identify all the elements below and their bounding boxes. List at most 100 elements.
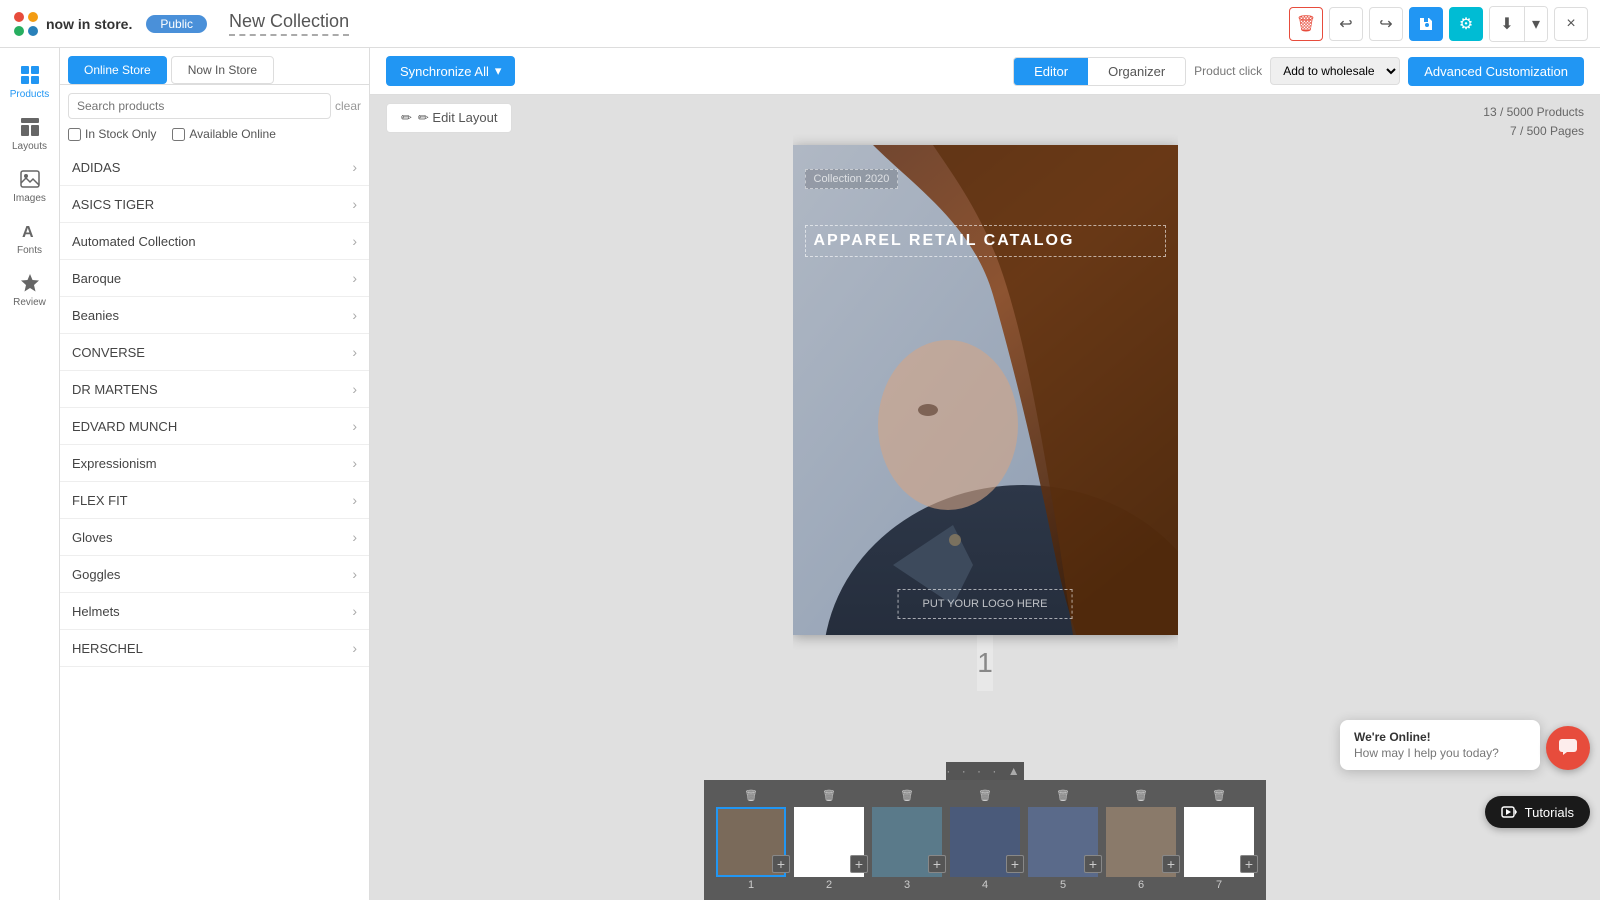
settings-button[interactable]: ⚙ [1449, 7, 1483, 41]
clear-search-button[interactable]: clear [335, 93, 361, 119]
download-button[interactable]: ⬇ [1490, 7, 1524, 41]
tutorials-button[interactable]: Tutorials [1485, 796, 1590, 828]
filmstrip: 🗑 + 1 🗑 + 2 🗑 + 3 🗑 + 4 🗑 + 5 🗑 [704, 780, 1266, 900]
editor-organizer-tabs: Editor Organizer [1013, 57, 1186, 86]
product-count-info: 13 / 5000 Products 7 / 500 Pages [1483, 103, 1584, 141]
chevron-right-icon: › [352, 418, 357, 434]
delete-page-icon[interactable]: 🗑 [1056, 789, 1070, 805]
filmstrip-page-3: 🗑 + 3 [872, 789, 942, 891]
download-dropdown-button[interactable]: ▾ [1525, 7, 1547, 41]
cover-photo [793, 145, 1178, 635]
chevron-right-icon: › [352, 640, 357, 656]
organizer-tab[interactable]: Organizer [1088, 58, 1185, 85]
canvas-scroll: Collection 2020 APPAREL RETAIL CATALOG P… [793, 95, 1178, 762]
sidebar-item-fonts[interactable]: A Fonts [3, 212, 57, 262]
delete-page-icon[interactable]: 🗑 [900, 789, 914, 805]
chevron-right-icon: › [352, 455, 357, 471]
search-input[interactable] [68, 93, 331, 119]
add-page-button[interactable]: + [1006, 855, 1024, 873]
collection-list-item[interactable]: DR MARTENS› [60, 371, 369, 408]
product-click-select[interactable]: Add to wholesale View product Open link [1270, 57, 1400, 85]
collection-list-item[interactable]: Expressionism› [60, 445, 369, 482]
page-thumb-number: 3 [904, 879, 910, 891]
collection-list-item[interactable]: ASICS TIGER› [60, 186, 369, 223]
collection-title[interactable]: New Collection [229, 11, 349, 36]
sidebar-item-products[interactable]: Products [3, 56, 57, 106]
edit-layout-button[interactable]: ✏ ✏ Edit Layout [386, 103, 512, 133]
collection-list-item[interactable]: EDVARD MUNCH› [60, 408, 369, 445]
editor-tab[interactable]: Editor [1014, 58, 1088, 85]
available-online-checkbox[interactable] [172, 128, 185, 141]
collection-list-item[interactable]: Beanies› [60, 297, 369, 334]
page-thumb-number: 4 [982, 879, 988, 891]
delete-button[interactable]: 🗑 [1289, 7, 1323, 41]
page-number: 1 [977, 635, 993, 691]
page-thumb-number: 2 [826, 879, 832, 891]
delete-page-icon[interactable]: 🗑 [1134, 789, 1148, 805]
search-row: clear [60, 85, 369, 127]
message-icon [1557, 737, 1579, 759]
collection-list: ADIDAS›ASICS TIGER›Automated Collection›… [60, 149, 369, 900]
add-page-button[interactable]: + [928, 855, 946, 873]
collection-list-item[interactable]: FLEX FIT› [60, 482, 369, 519]
delete-page-icon[interactable]: 🗑 [978, 789, 992, 805]
tab-now-in-store[interactable]: Now In Store [171, 56, 274, 84]
synchronize-all-button[interactable]: Synchronize All ▾ [386, 56, 515, 86]
delete-page-icon[interactable]: 🗑 [822, 789, 836, 805]
available-online-filter[interactable]: Available Online [172, 127, 276, 141]
add-page-button[interactable]: + [850, 855, 868, 873]
add-page-button[interactable]: + [1240, 855, 1258, 873]
redo-button[interactable]: ↪ [1369, 7, 1403, 41]
collection-list-item[interactable]: Gloves› [60, 519, 369, 556]
save-button[interactable] [1409, 7, 1443, 41]
page-thumb-number: 7 [1216, 879, 1222, 891]
in-stock-checkbox[interactable] [68, 128, 81, 141]
collection-list-item[interactable]: CONVERSE› [60, 334, 369, 371]
delete-page-icon[interactable]: 🗑 [1212, 789, 1226, 805]
chevron-right-icon: › [352, 381, 357, 397]
collection-list-item[interactable]: Goggles› [60, 556, 369, 593]
in-stock-filter[interactable]: In Stock Only [68, 127, 156, 141]
logo-text: now in store. [46, 16, 132, 32]
logo-icon [12, 10, 40, 38]
logo: now in store. [12, 10, 132, 38]
video-icon [1501, 804, 1517, 820]
sidebar-item-layouts[interactable]: Layouts [3, 108, 57, 158]
catalog-cover: Collection 2020 APPAREL RETAIL CATALOG P… [793, 145, 1178, 635]
top-bar: now in store. Public New Collection 🗑 ↩ … [0, 0, 1600, 48]
content-area: Synchronize All ▾ Editor Organizer Produ… [370, 48, 1600, 900]
add-page-button[interactable]: + [1084, 855, 1102, 873]
logo-placeholder[interactable]: PUT YOUR LOGO HERE [898, 589, 1073, 619]
pencil-icon: ✏ [401, 110, 412, 126]
filmstrip-page-1: 🗑 + 1 [716, 789, 786, 891]
add-page-button[interactable]: + [772, 855, 790, 873]
chevron-right-icon: › [352, 196, 357, 212]
products-panel: Online Store Now In Store clear In Stock… [60, 48, 370, 900]
collection-year-label[interactable]: Collection 2020 [805, 169, 899, 189]
public-badge[interactable]: Public [146, 15, 207, 33]
collection-list-item[interactable]: Automated Collection› [60, 223, 369, 260]
delete-page-icon[interactable]: 🗑 [744, 789, 758, 805]
tab-online-store[interactable]: Online Store [68, 56, 167, 84]
collection-list-item[interactable]: Baroque› [60, 260, 369, 297]
close-button[interactable]: × [1554, 7, 1588, 41]
catalog-page: Collection 2020 APPAREL RETAIL CATALOG P… [793, 145, 1178, 635]
undo-button[interactable]: ↩ [1329, 7, 1363, 41]
collection-list-item[interactable]: ADIDAS› [60, 149, 369, 186]
filmstrip-page-5: 🗑 + 5 [1028, 789, 1098, 891]
advanced-customization-button[interactable]: Advanced Customization [1408, 57, 1584, 86]
svg-text:A: A [22, 224, 34, 241]
chevron-right-icon: › [352, 344, 357, 360]
apparel-title-box[interactable]: APPAREL RETAIL CATALOG [805, 225, 1166, 257]
collection-list-item[interactable]: HERSCHEL› [60, 630, 369, 667]
collection-list-item[interactable]: Helmets› [60, 593, 369, 630]
sidebar-item-review[interactable]: Review [3, 264, 57, 314]
chevron-right-icon: › [352, 529, 357, 545]
filmstrip-page-2: 🗑 + 2 [794, 789, 864, 891]
add-page-button[interactable]: + [1162, 855, 1180, 873]
text-icon: A [19, 220, 41, 242]
chat-widget: We're Online! How may I help you today? [1340, 720, 1540, 770]
collapse-bar[interactable]: · · · · ▲ [946, 762, 1023, 780]
chat-icon[interactable] [1546, 726, 1590, 770]
sidebar-item-images[interactable]: Images [3, 160, 57, 210]
